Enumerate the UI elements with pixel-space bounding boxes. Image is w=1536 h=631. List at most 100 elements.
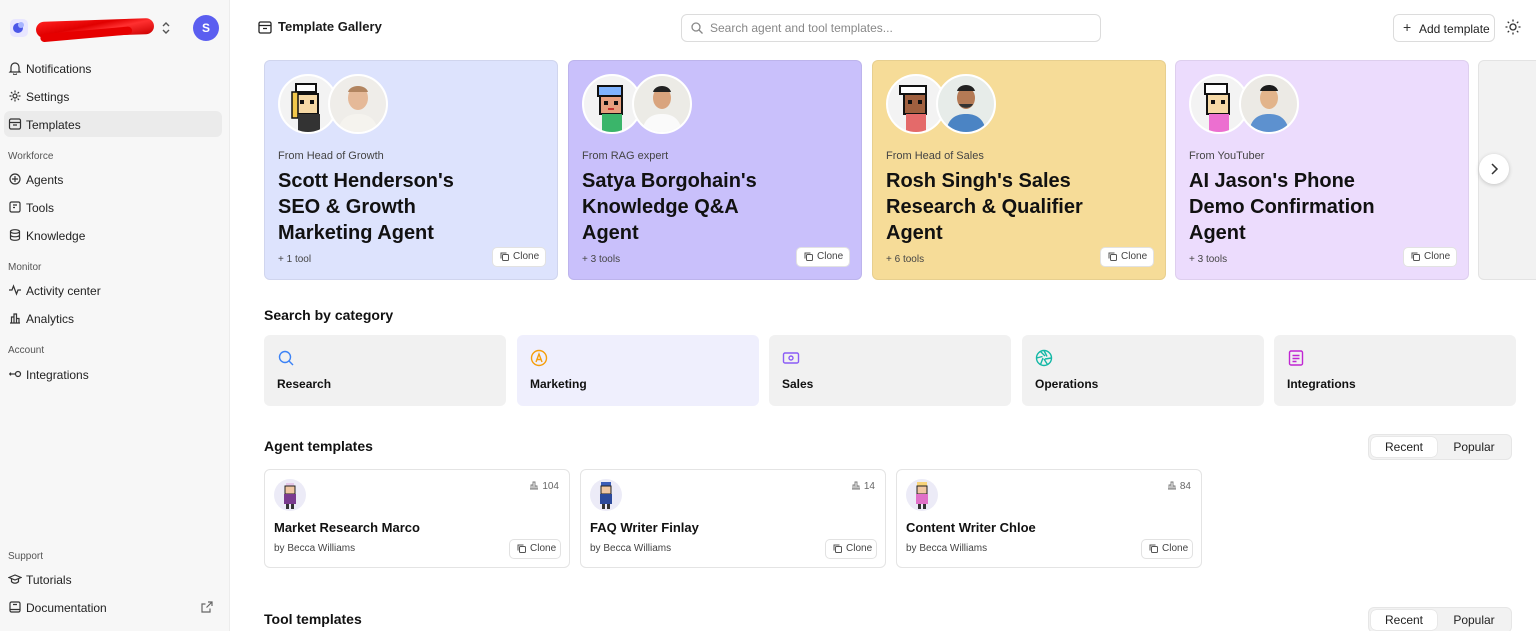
clone-button[interactable]: Clone (1403, 247, 1457, 267)
tool-templates-heading: Tool templates (264, 611, 362, 627)
search-icon (691, 22, 703, 34)
chevron-up-down-icon (162, 22, 170, 34)
agent-template-card[interactable]: 104 Market Research Marco by Becca Willi… (264, 469, 570, 568)
card-tools-count: + 3 tools (1189, 254, 1228, 265)
document-icon (1288, 350, 1304, 366)
agent-templates-sort-toggle: Recent Popular (1368, 434, 1512, 460)
sidebar-section-workforce: Workforce (8, 151, 54, 162)
person-avatar (328, 74, 388, 134)
money-icon (782, 352, 800, 364)
sidebar-item-label: Notifications (26, 62, 92, 76)
add-template-button[interactable]: + Add template (1393, 14, 1495, 42)
sidebar-item-settings[interactable]: Settings (4, 83, 222, 109)
sidebar-item-agents[interactable]: Agents (4, 166, 222, 192)
category-label: Sales (782, 377, 814, 391)
card-source: From Head of Growth (278, 150, 384, 162)
clone-label: Clone (513, 251, 540, 262)
category-label: Integrations (1287, 377, 1356, 391)
workspace-switcher[interactable]: S (8, 14, 223, 42)
sidebar-item-tools[interactable]: Tools (4, 194, 222, 220)
integrations-icon (9, 370, 22, 378)
card-tools-count: + 1 tool (278, 254, 312, 265)
category-label: Research (277, 377, 332, 391)
sidebar-item-label: Analytics (26, 312, 75, 326)
sidebar-item-analytics[interactable]: Analytics (4, 305, 222, 331)
sidebar-item-activity-center[interactable]: Activity center (4, 277, 222, 303)
person-avatar (1239, 74, 1299, 134)
copy-icon (804, 252, 813, 261)
template-name: FAQ Writer Finlay (590, 520, 699, 535)
category-integrations[interactable]: Integrations (1274, 335, 1516, 406)
category-label: Operations (1035, 377, 1099, 391)
usage-count-value: 104 (542, 481, 559, 492)
pixel-avatar (590, 479, 622, 511)
gear-icon (9, 90, 21, 102)
sidebar-item-notifications[interactable]: Notifications (4, 55, 222, 81)
usage-count: 84 (1167, 480, 1191, 492)
sidebar-item-label: Tutorials (26, 573, 72, 587)
sidebar-item-templates[interactable]: Templates (4, 111, 222, 137)
sidebar-item-label: Integrations (26, 368, 89, 382)
featured-template-card[interactable]: From YouTuber AI Jason's Phone Demo Conf… (1175, 60, 1469, 280)
sidebar-item-label: Agents (26, 173, 64, 187)
clone-button[interactable]: Clone (509, 539, 561, 559)
clone-button[interactable]: Clone (825, 539, 877, 559)
template-author: by Becca Williams (590, 543, 672, 554)
clone-label: Clone (1162, 543, 1189, 554)
sidebar-item-integrations[interactable]: Integrations (4, 361, 222, 387)
copy-icon (517, 544, 526, 553)
agent-template-card[interactable]: 84 Content Writer Chloe by Becca William… (896, 469, 1202, 568)
clone-button[interactable]: Clone (796, 247, 850, 267)
card-tools-count: + 3 tools (582, 254, 621, 265)
usage-count-value: 84 (1179, 481, 1191, 492)
copy-icon (500, 252, 509, 261)
clone-button[interactable]: Clone (1141, 539, 1193, 559)
user-avatar[interactable]: S (193, 15, 219, 41)
template-icon (8, 118, 22, 130)
featured-template-card[interactable]: From Head of Sales Rosh Singh's Sales Re… (872, 60, 1166, 280)
sidebar-item-knowledge[interactable]: Knowledge (4, 222, 222, 248)
card-title: Satya Borgohain's Knowledge Q&A Agent (582, 170, 757, 244)
copy-icon (833, 544, 842, 553)
sidebar-item-label: Activity center (26, 284, 101, 298)
workspace-logo-icon (10, 19, 28, 37)
featured-template-card[interactable]: From RAG expert Satya Borgohain's Knowle… (568, 60, 862, 280)
agent-templates-heading: Agent templates (264, 438, 373, 454)
template-author: by Becca Williams (274, 543, 356, 554)
sidebar-item-documentation[interactable]: Documentation (4, 594, 222, 620)
chevron-right-icon[interactable] (1479, 154, 1509, 184)
sidebar-item-label: Settings (26, 90, 70, 104)
clone-button[interactable]: Clone (492, 247, 546, 267)
category-operations[interactable]: Operations (1022, 335, 1264, 406)
sidebar-item-label: Tools (26, 201, 55, 215)
book-icon (9, 601, 21, 613)
page-title: Template Gallery (278, 19, 382, 34)
category-sales[interactable]: Sales (769, 335, 1011, 406)
search-input[interactable] (708, 18, 1092, 38)
category-research[interactable]: Research (264, 335, 506, 406)
person-avatar (632, 74, 692, 134)
template-name: Content Writer Chloe (906, 520, 1036, 535)
tab-popular[interactable]: Popular (1441, 437, 1507, 457)
clone-button[interactable]: Clone (1100, 247, 1154, 267)
tab-recent[interactable]: Recent (1371, 610, 1437, 630)
agent-template-card[interactable]: 14 FAQ Writer Finlay by Becca Williams C… (580, 469, 886, 568)
category-label: Marketing (530, 377, 587, 391)
card-source: From Head of Sales (886, 150, 984, 162)
analytics-icon (1167, 481, 1176, 490)
categories-heading: Search by category (264, 307, 394, 323)
template-name: Market Research Marco (274, 520, 420, 535)
tab-popular[interactable]: Popular (1441, 610, 1507, 630)
activity-icon (9, 284, 21, 296)
analytics-icon (530, 481, 539, 490)
sidebar-item-tutorials[interactable]: Tutorials (4, 566, 222, 592)
search-box[interactable] (681, 14, 1101, 42)
card-title: Scott Henderson's SEO & Growth Marketing… (278, 170, 454, 244)
sidebar-section-monitor: Monitor (8, 262, 42, 273)
usage-count: 104 (529, 480, 559, 492)
category-marketing[interactable]: Marketing (517, 335, 759, 406)
featured-template-card[interactable]: From Head of Growth Scott Henderson's SE… (264, 60, 558, 280)
copy-icon (1411, 252, 1420, 261)
tab-recent[interactable]: Recent (1371, 437, 1437, 457)
sun-icon[interactable] (1504, 18, 1522, 36)
